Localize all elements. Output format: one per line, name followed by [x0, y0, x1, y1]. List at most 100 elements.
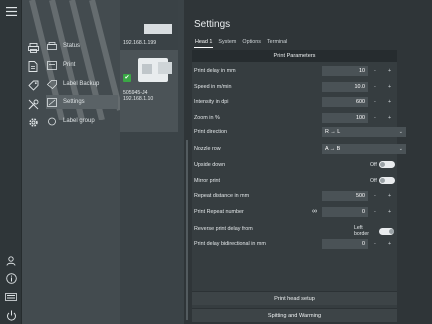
row-label: Print direction — [194, 129, 227, 135]
gear-icon — [46, 116, 58, 126]
nav-item-status[interactable]: Status — [46, 39, 118, 53]
tab-terminal[interactable]: Terminal — [266, 39, 288, 48]
nav-item-label-group[interactable]: Label group — [46, 114, 118, 128]
decrement-button[interactable]: - — [374, 193, 376, 199]
toggle-switch[interactable] — [378, 161, 395, 168]
row-reverse-print-delay: Reverse print delay from Left border — [194, 224, 395, 237]
row-label: Repeat distance in mm — [194, 193, 250, 199]
row-label: Intensity in dpi — [194, 99, 229, 105]
nav-item-label-backup[interactable]: Label Backup — [46, 77, 118, 91]
mirror-print-toggle[interactable]: Off — [370, 177, 395, 184]
decrement-button[interactable]: - — [374, 99, 376, 105]
print-delay-input[interactable]: 10 — [322, 66, 368, 76]
row-label: Zoom in % — [194, 115, 220, 121]
gear-icon[interactable] — [28, 115, 39, 133]
spitting-warming-button[interactable]: Spitting and Warming — [192, 308, 397, 322]
row-repeat-distance: Repeat distance in mm 500 - + — [194, 191, 394, 202]
upside-down-toggle[interactable]: Off — [370, 161, 395, 168]
tab-head-1[interactable]: Head 1 — [194, 39, 214, 48]
infinite-loop-icon[interactable]: ∞ — [312, 208, 317, 215]
row-upside-down: Upside down Off — [194, 160, 395, 171]
row-bidirectional-delay: Print delay bidirectional in mm 0 - + — [194, 239, 394, 250]
row-label: Print delay bidirectional in mm — [194, 241, 266, 247]
bidirectional-delay-input[interactable]: 0 — [322, 239, 368, 249]
nav-item-label: Label group — [63, 118, 95, 124]
printer-icon — [46, 41, 58, 51]
increment-button[interactable]: + — [388, 193, 391, 199]
decrement-button[interactable]: - — [374, 84, 376, 90]
toggle-switch[interactable] — [378, 177, 395, 184]
row-zoom: Zoom in % 100 - + — [194, 113, 394, 124]
row-label: Upside down — [194, 162, 226, 168]
tab-system[interactable]: System — [217, 39, 237, 48]
row-intensity: Intensity in dpi 600 - + — [194, 97, 394, 108]
intensity-input[interactable]: 600 — [322, 97, 368, 107]
row-print-direction: Print direction R → L ⌄ — [194, 127, 406, 138]
nav-item-print[interactable]: Print — [46, 58, 118, 72]
row-label: Print Repeat number — [194, 209, 244, 215]
increment-button[interactable]: + — [388, 241, 391, 247]
row-label: Reverse print delay from — [194, 226, 253, 232]
user-icon[interactable] — [3, 254, 19, 268]
nav-item-label: Label Backup — [63, 81, 100, 87]
printer-icon[interactable] — [28, 40, 39, 58]
tab-bar: Head 1 System Options Terminal — [194, 39, 292, 48]
chevron-down-icon: ⌄ — [398, 146, 403, 152]
tools-icon[interactable] — [28, 97, 39, 115]
device-ip: 192.168.1.10 — [123, 96, 154, 102]
power-icon[interactable] — [3, 308, 19, 322]
nav-item-label: Settings — [63, 99, 85, 105]
speed-input[interactable]: 10.0 — [322, 82, 368, 92]
decrement-button[interactable]: - — [374, 241, 376, 247]
document-icon[interactable] — [28, 59, 38, 77]
print-head-setup-button[interactable]: Print head setup — [192, 291, 397, 305]
menu-icon[interactable] — [3, 4, 19, 18]
select-value: A → B — [325, 146, 341, 152]
tools-icon — [46, 97, 58, 107]
row-label: Speed in m/min — [194, 84, 232, 90]
printer-device-image — [138, 58, 172, 82]
label-icon[interactable] — [28, 78, 39, 96]
row-print-delay: Print delay in mm 10 - + — [194, 66, 394, 77]
nav-item-settings[interactable]: Settings — [46, 95, 118, 109]
document-icon — [46, 60, 58, 70]
increment-button[interactable]: + — [388, 99, 391, 105]
info-icon[interactable] — [3, 271, 19, 285]
select-value: R → L — [325, 129, 341, 135]
increment-button[interactable]: + — [388, 68, 391, 74]
tab-options[interactable]: Options — [241, 39, 262, 48]
zoom-input[interactable]: 100 — [322, 113, 368, 123]
label-icon — [46, 79, 58, 89]
keyboard-icon[interactable] — [3, 290, 19, 304]
scrollbar[interactable] — [186, 140, 188, 320]
page-title: Settings — [194, 19, 231, 30]
row-label: Mirror print — [194, 178, 221, 184]
settings-panel: Settings Head 1 System Options Terminal … — [184, 0, 432, 324]
device-ip: 192.168.1.199 — [123, 40, 157, 46]
reverse-delay-toggle[interactable]: Left border — [354, 225, 395, 237]
repeat-number-input[interactable]: 0 — [322, 207, 368, 217]
chevron-down-icon: ⌄ — [398, 129, 403, 135]
connected-check-icon: ✔ — [123, 74, 131, 82]
row-label: Print delay in mm — [194, 68, 236, 74]
icon-rail — [0, 0, 22, 324]
row-label: Nozzle row — [194, 146, 221, 152]
increment-button[interactable]: + — [388, 209, 391, 215]
decrement-button[interactable]: - — [374, 209, 376, 215]
toggle-state: Off — [370, 177, 377, 184]
row-print-repeat-number: Print Repeat number ∞ 0 - + — [194, 207, 394, 218]
nav-item-label: Status — [63, 43, 81, 49]
row-speed: Speed in m/min 10.0 - + — [194, 82, 394, 93]
decrement-button[interactable]: - — [374, 115, 376, 121]
device-list: 192.168.1.199 ✔ 505945-J4 192.168.1.10 — [120, 30, 178, 132]
row-mirror-print: Mirror print Off — [194, 176, 395, 187]
toggle-switch[interactable] — [379, 227, 395, 235]
print-direction-select[interactable]: R → L ⌄ — [322, 127, 406, 137]
decrement-button[interactable]: - — [374, 68, 376, 74]
increment-button[interactable]: + — [388, 84, 391, 90]
toggle-state: Left border — [354, 225, 369, 237]
row-nozzle-row: Nozzle row A → B ⌄ — [194, 144, 406, 155]
increment-button[interactable]: + — [388, 115, 391, 121]
nozzle-row-select[interactable]: A → B ⌄ — [322, 144, 406, 154]
repeat-distance-input[interactable]: 500 — [322, 191, 368, 201]
